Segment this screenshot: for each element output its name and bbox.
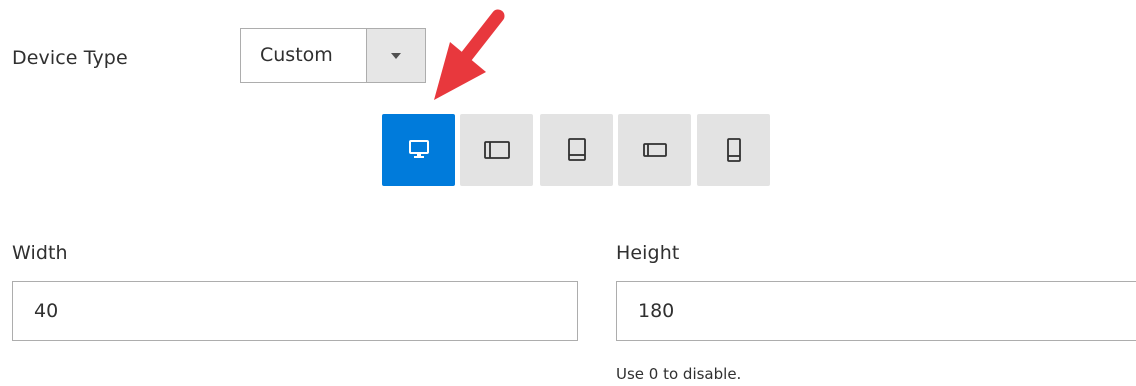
width-label: Width [12,242,68,264]
width-input[interactable]: 40 [12,281,578,341]
mobile-portrait-icon [726,138,741,162]
device-button-laptop[interactable] [540,114,613,186]
height-hint-text: Use 0 to disable. [616,365,742,383]
device-button-mobile-landscape[interactable] [618,114,691,186]
device-type-select[interactable]: Custom [240,28,426,83]
device-type-dropdown-toggle[interactable] [366,29,425,82]
annotation-arrow-icon [434,9,505,100]
caret-down-icon [391,52,401,59]
device-button-tablet-landscape[interactable] [460,114,533,186]
device-button-desktop[interactable] [382,114,455,186]
mobile-landscape-icon [642,143,667,157]
device-type-selected-value: Custom [260,44,333,66]
laptop-icon [567,138,586,161]
height-label: Height [616,242,680,264]
tablet-landscape-icon [483,141,510,159]
device-type-label: Device Type [12,47,128,69]
desktop-icon [408,140,429,158]
device-button-mobile-portrait[interactable] [697,114,770,186]
height-input[interactable]: 180 [616,281,1136,341]
